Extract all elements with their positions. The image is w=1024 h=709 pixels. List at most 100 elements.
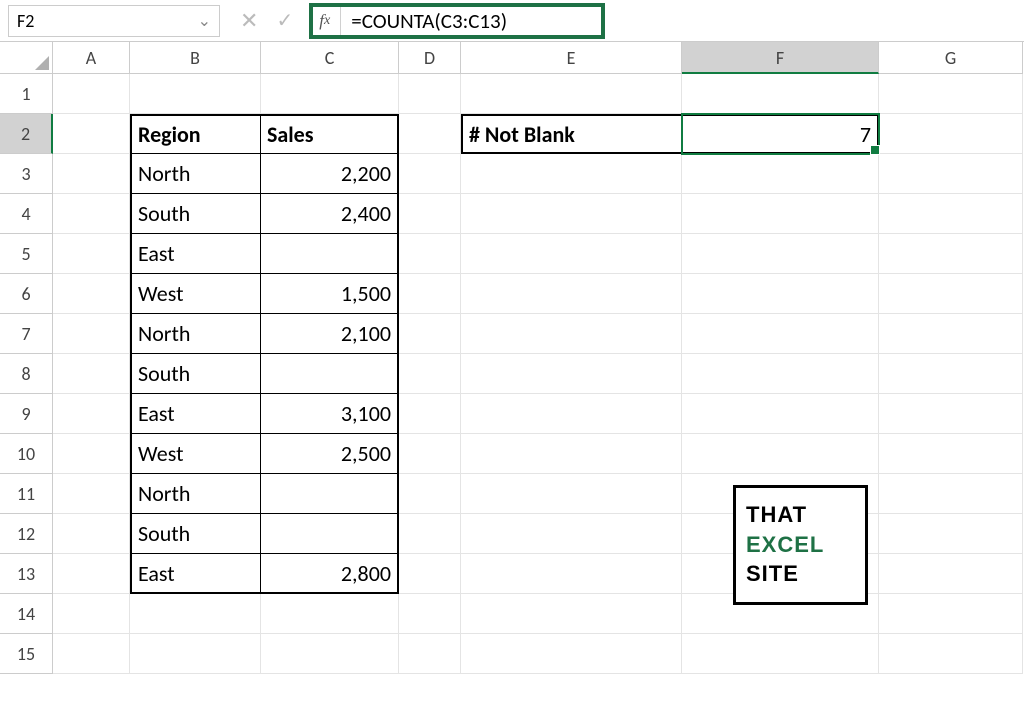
- cell-C14[interactable]: [261, 594, 399, 634]
- cell-A11[interactable]: [53, 474, 130, 514]
- cell-F1[interactable]: [682, 74, 879, 114]
- row-header-3[interactable]: 3: [0, 154, 53, 194]
- cell-B6[interactable]: West: [130, 274, 261, 314]
- cell-D9[interactable]: [399, 394, 461, 434]
- cell-C6[interactable]: 1,500: [261, 274, 399, 314]
- cell-E12[interactable]: [461, 514, 682, 554]
- cell-D7[interactable]: [399, 314, 461, 354]
- cell-D6[interactable]: [399, 274, 461, 314]
- cell-E7[interactable]: [461, 314, 682, 354]
- cell-G14[interactable]: [879, 594, 1023, 634]
- col-header-D[interactable]: D: [399, 42, 461, 74]
- cell-G7[interactable]: [879, 314, 1023, 354]
- cell-G6[interactable]: [879, 274, 1023, 314]
- cell-C10[interactable]: 2,500: [261, 434, 399, 474]
- cell-G12[interactable]: [879, 514, 1023, 554]
- cell-A8[interactable]: [53, 354, 130, 394]
- cell-G8[interactable]: [879, 354, 1023, 394]
- cell-C3[interactable]: 2,200: [261, 154, 399, 194]
- cell-C12[interactable]: [261, 514, 399, 554]
- cell-C15[interactable]: [261, 634, 399, 674]
- cell-C11[interactable]: [261, 474, 399, 514]
- cell-G5[interactable]: [879, 234, 1023, 274]
- cell-B13[interactable]: East: [130, 554, 261, 594]
- row-header-12[interactable]: 12: [0, 514, 53, 554]
- cell-G10[interactable]: [879, 434, 1023, 474]
- fx-icon[interactable]: fx: [313, 7, 341, 35]
- row-header-10[interactable]: 10: [0, 434, 53, 474]
- cell-G9[interactable]: [879, 394, 1023, 434]
- cell-B8[interactable]: South: [130, 354, 261, 394]
- name-box[interactable]: F2: [8, 5, 220, 37]
- cell-E11[interactable]: [461, 474, 682, 514]
- cell-B11[interactable]: North: [130, 474, 261, 514]
- cell-C4[interactable]: 2,400: [261, 194, 399, 234]
- cell-A15[interactable]: [53, 634, 130, 674]
- cell-E6[interactable]: [461, 274, 682, 314]
- cell-G3[interactable]: [879, 154, 1023, 194]
- cell-D3[interactable]: [399, 154, 461, 194]
- cell-B9[interactable]: East: [130, 394, 261, 434]
- row-header-9[interactable]: 9: [0, 394, 53, 434]
- select-all-corner[interactable]: [0, 42, 53, 74]
- cell-E9[interactable]: [461, 394, 682, 434]
- cell-D11[interactable]: [399, 474, 461, 514]
- row-header-13[interactable]: 13: [0, 554, 53, 594]
- cell-G13[interactable]: [879, 554, 1023, 594]
- cell-F5[interactable]: [682, 234, 879, 274]
- cell-A1[interactable]: [53, 74, 130, 114]
- cell-E5[interactable]: [461, 234, 682, 274]
- row-header-8[interactable]: 8: [0, 354, 53, 394]
- cell-A2[interactable]: [53, 114, 130, 154]
- cell-F9[interactable]: [682, 394, 879, 434]
- cell-B4[interactable]: South: [130, 194, 261, 234]
- col-header-E[interactable]: E: [461, 42, 682, 74]
- col-header-C[interactable]: C: [261, 42, 399, 74]
- cell-C5[interactable]: [261, 234, 399, 274]
- row-header-14[interactable]: 14: [0, 594, 53, 634]
- cell-A3[interactable]: [53, 154, 130, 194]
- cell-E4[interactable]: [461, 194, 682, 234]
- cell-F15[interactable]: [682, 634, 879, 674]
- cell-B14[interactable]: [130, 594, 261, 634]
- cell-A9[interactable]: [53, 394, 130, 434]
- cell-E1[interactable]: [461, 74, 682, 114]
- cell-G15[interactable]: [879, 634, 1023, 674]
- cell-D5[interactable]: [399, 234, 461, 274]
- cell-F6[interactable]: [682, 274, 879, 314]
- col-header-F[interactable]: F: [682, 42, 879, 74]
- cell-B10[interactable]: West: [130, 434, 261, 474]
- col-header-B[interactable]: B: [130, 42, 261, 74]
- cell-E2[interactable]: # Not Blank: [461, 114, 682, 154]
- cell-D13[interactable]: [399, 554, 461, 594]
- cell-C9[interactable]: 3,100: [261, 394, 399, 434]
- cell-D15[interactable]: [399, 634, 461, 674]
- cell-E3[interactable]: [461, 154, 682, 194]
- cell-G11[interactable]: [879, 474, 1023, 514]
- cell-C8[interactable]: [261, 354, 399, 394]
- cell-E15[interactable]: [461, 634, 682, 674]
- row-header-1[interactable]: 1: [0, 74, 53, 114]
- cell-A7[interactable]: [53, 314, 130, 354]
- cell-E13[interactable]: [461, 554, 682, 594]
- cell-D2[interactable]: [399, 114, 461, 154]
- cell-E14[interactable]: [461, 594, 682, 634]
- row-header-5[interactable]: 5: [0, 234, 53, 274]
- cell-B12[interactable]: South: [130, 514, 261, 554]
- cell-G1[interactable]: [879, 74, 1023, 114]
- cell-C1[interactable]: [261, 74, 399, 114]
- cell-C7[interactable]: 2,100: [261, 314, 399, 354]
- col-header-A[interactable]: A: [53, 42, 130, 74]
- cell-D14[interactable]: [399, 594, 461, 634]
- enter-icon[interactable]: ✓: [276, 8, 293, 33]
- col-header-G[interactable]: G: [879, 42, 1023, 74]
- cell-B2[interactable]: Region: [130, 114, 261, 154]
- cell-F2[interactable]: 7: [682, 114, 879, 154]
- cell-A14[interactable]: [53, 594, 130, 634]
- cell-G2[interactable]: [879, 114, 1023, 154]
- cell-D1[interactable]: [399, 74, 461, 114]
- cell-D4[interactable]: [399, 194, 461, 234]
- row-header-7[interactable]: 7: [0, 314, 53, 354]
- cell-A5[interactable]: [53, 234, 130, 274]
- cell-B3[interactable]: North: [130, 154, 261, 194]
